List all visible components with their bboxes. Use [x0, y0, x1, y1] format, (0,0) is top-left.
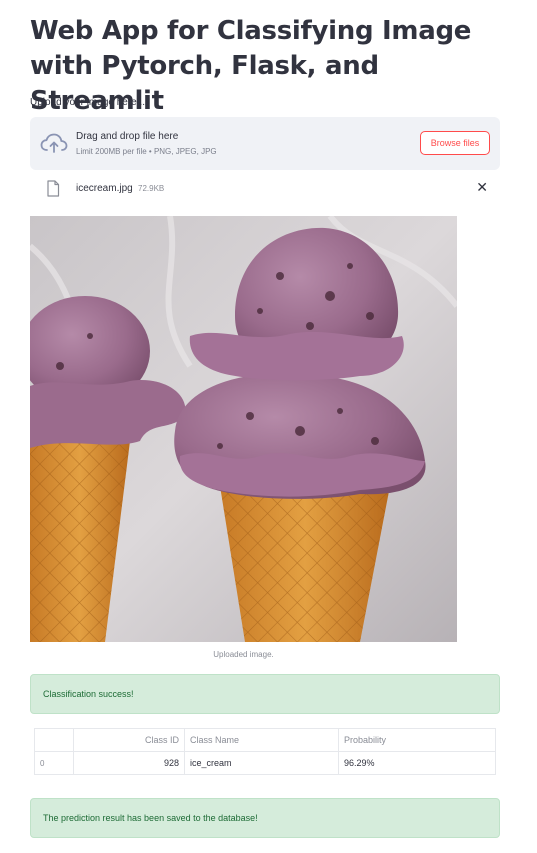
- file-size: 72.9KB: [138, 184, 165, 193]
- table-row: 0 928 ice_cream 96.29%: [34, 751, 496, 775]
- class-id-cell: 928: [73, 751, 185, 775]
- image-caption: Uploaded image.: [213, 650, 274, 659]
- browse-files-button[interactable]: Browse files: [420, 131, 490, 155]
- file-dropzone[interactable]: Drag and drop file here Limit 200MB per …: [30, 117, 500, 170]
- column-header-class-id[interactable]: Class ID: [73, 728, 185, 752]
- cloud-upload-icon: [40, 133, 68, 153]
- uploaded-file-row: icecream.jpg 72.9KB ✕: [30, 176, 500, 202]
- close-icon[interactable]: ✕: [476, 179, 488, 196]
- file-icon: [47, 180, 60, 197]
- probability-cell: 96.29%: [338, 751, 496, 775]
- dropzone-title: Drag and drop file here: [76, 131, 179, 142]
- file-name: icecream.jpg: [76, 183, 133, 194]
- success-alert: Classification success!: [30, 674, 500, 714]
- column-header-index: [34, 728, 74, 752]
- row-index: 0: [34, 751, 74, 775]
- upload-label: Upload your image here ...: [30, 97, 148, 108]
- table-header-row: Class ID Class Name Probability: [34, 728, 496, 752]
- class-name-cell: ice_cream: [184, 751, 339, 775]
- saved-alert: The prediction result has been saved to …: [30, 798, 500, 838]
- column-header-probability[interactable]: Probability: [338, 728, 496, 752]
- uploaded-image: [30, 216, 457, 642]
- dropzone-subtitle: Limit 200MB per file • PNG, JPEG, JPG: [76, 147, 217, 156]
- column-header-class-name[interactable]: Class Name: [184, 728, 339, 752]
- results-table: Class ID Class Name Probability 0 928 ic…: [34, 728, 496, 775]
